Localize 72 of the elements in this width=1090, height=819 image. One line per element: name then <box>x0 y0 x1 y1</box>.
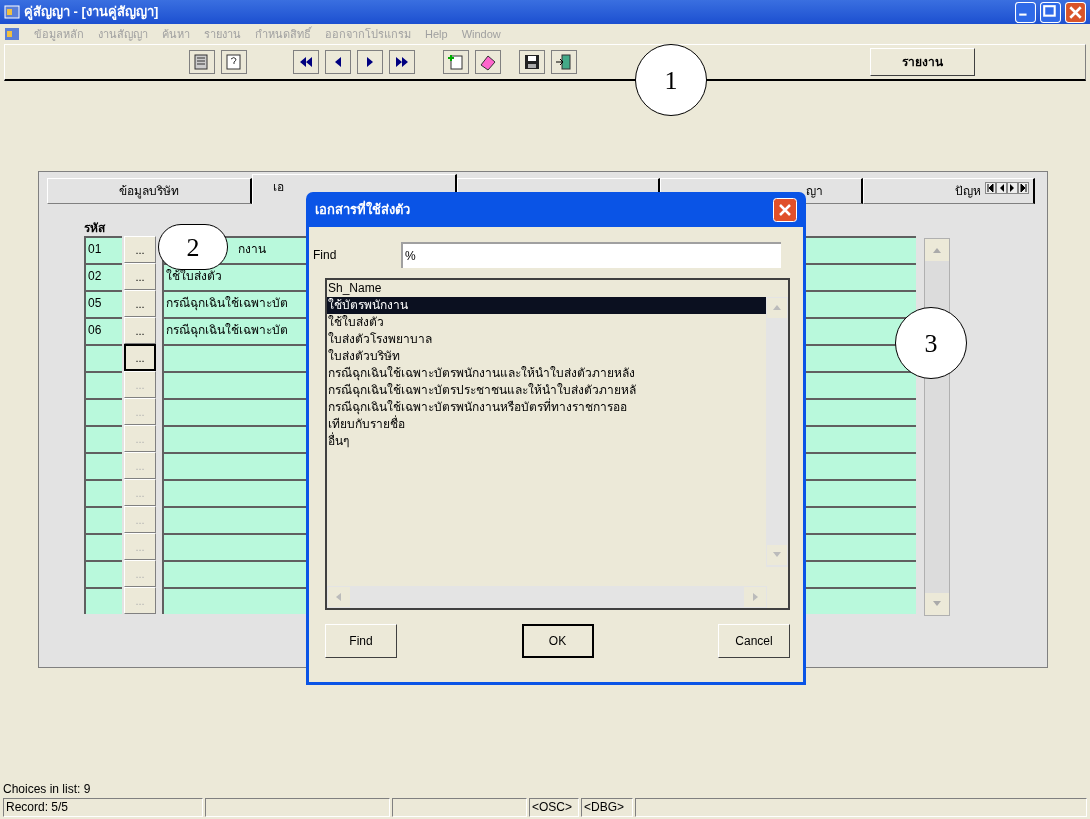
list-box[interactable] <box>325 278 790 610</box>
tab-label: ญา <box>806 183 823 200</box>
code-cell[interactable] <box>84 560 122 587</box>
exit-door-icon[interactable] <box>551 50 577 74</box>
app-icon <box>4 26 20 42</box>
dialog-button[interactable]: Cancel <box>718 624 790 658</box>
list-item[interactable]: กรณีฉุกเฉินใช้เฉพาะบัตรประชาชนและให้นำใบส่งตัวภายหลั <box>327 382 767 399</box>
tab-label: ข้อมูลบริษัท <box>119 183 179 200</box>
status-message: Choices in list: 9 <box>3 781 92 798</box>
close-button[interactable] <box>773 197 797 222</box>
code-cell[interactable] <box>84 587 122 614</box>
new-record-icon[interactable] <box>443 50 469 74</box>
tab[interactable]: ปัญห <box>863 178 1035 204</box>
previous-record-icon[interactable] <box>325 50 351 74</box>
find-label: Find <box>313 247 338 264</box>
code-cell[interactable] <box>84 533 122 560</box>
dialog-button[interactable]: OK <box>521 624 594 658</box>
code-cell[interactable] <box>84 371 122 398</box>
column-header: รหัส <box>84 220 107 236</box>
report-button[interactable]: รายงาน <box>870 48 975 76</box>
lookup-button[interactable]: ... <box>124 317 156 344</box>
code-cell[interactable]: 01 <box>84 236 122 263</box>
tab-label: เอ <box>273 179 284 196</box>
last-record-icon[interactable] <box>389 50 415 74</box>
list-horizontal-scrollbar[interactable] <box>327 586 767 608</box>
find-field[interactable]: % <box>401 242 781 268</box>
eraser-icon[interactable] <box>475 50 501 74</box>
next-record-icon[interactable] <box>357 50 383 74</box>
lookup-button[interactable]: ... <box>124 290 156 317</box>
lookup-button[interactable]: ... <box>124 236 156 263</box>
callout-overlay: 1 <box>635 44 707 116</box>
code-cell[interactable] <box>84 344 122 371</box>
status-text: <DBG> <box>584 800 625 814</box>
code-cell[interactable]: 06 <box>84 317 122 344</box>
code-cell[interactable] <box>84 452 122 479</box>
help-icon[interactable] <box>221 50 247 74</box>
lookup-button[interactable]: ... <box>124 263 156 290</box>
cell-text: กรณีฉุกเฉินใช้เฉพาะบัต <box>166 296 288 310</box>
tab-scroll-arrows-icon[interactable] <box>985 182 1029 194</box>
close-button[interactable] <box>1065 1 1086 23</box>
app-icon <box>4 4 20 20</box>
list-item[interactable]: ใบส่งตัวโรงพยาบาล <box>327 331 767 348</box>
list-vertical-scrollbar[interactable] <box>766 297 788 567</box>
list-header: Sh_Name <box>327 280 383 297</box>
list-item[interactable]: เทียบกับรายชื่อ <box>327 416 767 433</box>
list-item[interactable]: ใช้ใบส่งตัว <box>327 314 767 331</box>
code-cell[interactable] <box>84 398 122 425</box>
code-cell[interactable] <box>84 506 122 533</box>
tab[interactable]: ข้อมูลบริษัท <box>47 178 252 204</box>
first-record-icon[interactable] <box>293 50 319 74</box>
minimize-button[interactable] <box>1015 1 1036 23</box>
code-cell[interactable] <box>84 425 122 452</box>
status-text: <OSC> <box>532 800 573 814</box>
list-item[interactable]: อื่นๆ <box>327 433 767 450</box>
status-text: Record: 5/5 <box>6 800 69 814</box>
code-cell[interactable] <box>84 479 122 506</box>
window-title: คู่สัญญา - [งานคู่สัญญา] <box>24 3 159 22</box>
tab-label: ปัญห <box>955 183 981 200</box>
code-cell[interactable]: 05 <box>84 290 122 317</box>
list-item[interactable]: ใบส่งตัวบริษัท <box>327 348 767 365</box>
code-cell[interactable]: 02 <box>84 263 122 290</box>
lookup-button[interactable]: ... <box>124 344 156 371</box>
dialog-button[interactable]: Find <box>325 624 397 658</box>
list-item[interactable]: กรณีฉุกเฉินใช้เฉพาะบัตรพนักงานและให้นำใบส่งตัวภายหลัง <box>327 365 767 382</box>
save-icon[interactable] <box>519 50 545 74</box>
cell-text: กรณีฉุกเฉินใช้เฉพาะบัต <box>166 323 288 337</box>
list-item[interactable]: กรณีฉุกเฉินใช้เฉพาะบัตรพนักงานหรือบัตรที่ทางราชการออ <box>327 399 767 416</box>
list-item[interactable]: ใช้บัตรพนักงาน <box>327 297 767 314</box>
database-icon[interactable] <box>189 50 215 74</box>
cell-text: ใช้ใบส่งตัว <box>166 269 222 283</box>
maximize-button[interactable] <box>1040 1 1061 23</box>
cell-text: กงาน <box>238 242 266 256</box>
